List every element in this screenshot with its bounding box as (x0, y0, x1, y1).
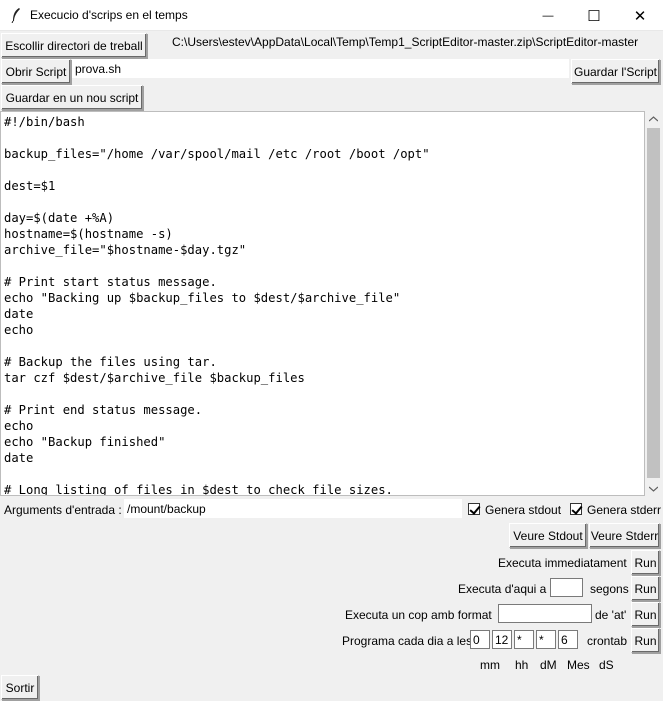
cron-hour-value: 12 (495, 633, 509, 647)
gen-stdout-checkbox[interactable] (468, 503, 480, 515)
view-stderr-button[interactable]: Veure Stderr (589, 523, 660, 548)
crontab-label: crontab (587, 634, 628, 648)
cron-header-day-month: dM (540, 658, 557, 672)
run-immediate-button-label: Run (634, 555, 657, 570)
exit-button[interactable]: Sortir (1, 675, 39, 700)
arguments-value: /mount/backup (127, 502, 206, 516)
close-icon: ✕ (633, 7, 647, 25)
editor-scrollbar[interactable] (645, 111, 662, 496)
run-delay-label: Executa d'aqui a (458, 582, 547, 596)
run-at-button-label: Run (634, 607, 657, 622)
choose-directory-button[interactable]: Escollir directori de treball (1, 33, 147, 58)
script-code: #!/bin/bash backup_files="/home /var/spo… (4, 115, 430, 496)
view-stderr-label: Veure Stderr (590, 528, 659, 543)
run-delay-button[interactable]: Run (631, 576, 660, 601)
open-script-label: Obrir Script (5, 64, 67, 79)
cron-minute-value: 0 (473, 633, 480, 647)
cron-hour-input[interactable]: 12 (492, 630, 512, 649)
cron-header-month: Mes (567, 658, 590, 672)
cron-day-month-input[interactable]: * (514, 630, 534, 649)
window-title: Execucio d'scrips en el temps (30, 8, 188, 22)
at-format-input[interactable] (498, 604, 592, 623)
script-name-value: prova.sh (75, 62, 122, 76)
close-button[interactable]: ✕ (617, 0, 663, 31)
open-script-button[interactable]: Obrir Script (1, 59, 71, 84)
at-suffix-label: de 'at' (595, 608, 627, 622)
cron-minute-input[interactable]: 0 (470, 630, 490, 649)
scroll-down-icon[interactable] (649, 486, 658, 492)
view-stdout-label: Veure Stdout (513, 528, 583, 543)
cron-month-value: * (539, 633, 544, 647)
cron-header-minute: mm (480, 658, 500, 672)
scrollbar-thumb[interactable] (647, 128, 660, 478)
save-script-label: Guardar l'Script (574, 64, 657, 79)
view-stdout-button[interactable]: Veure Stdout (509, 523, 587, 548)
cron-label: Programa cada dia a les (342, 634, 473, 648)
script-name-input[interactable]: prova.sh (72, 59, 569, 78)
gen-stdout-label: Genera stdout (485, 503, 562, 517)
delay-unit-label: segons (590, 582, 629, 596)
delay-seconds-input[interactable] (550, 578, 583, 597)
run-cron-button[interactable]: Run (631, 628, 660, 653)
run-delay-button-label: Run (634, 581, 657, 596)
maximize-icon: ☐ (587, 7, 601, 25)
gen-stderr-label: Genera stderr (587, 503, 662, 517)
cron-day-month-value: * (517, 633, 522, 647)
scroll-up-icon[interactable] (649, 116, 658, 122)
minimize-button[interactable]: — (525, 0, 571, 31)
cron-day-week-input[interactable]: 6 (558, 630, 578, 649)
feather-icon (11, 8, 20, 23)
cron-header-day-week: dS (599, 658, 614, 672)
arguments-label: Arguments d'entrada : (4, 503, 122, 517)
cron-day-week-value: 6 (561, 633, 568, 647)
arguments-input[interactable]: /mount/backup (124, 499, 462, 518)
title-bar: Execucio d'scrips en el temps — ☐ ✕ (0, 0, 663, 31)
run-immediate-button[interactable]: Run (631, 550, 660, 575)
save-new-script-button[interactable]: Guardar en un nou script (1, 85, 143, 110)
gen-stderr-checkbox[interactable] (570, 503, 582, 515)
save-script-button[interactable]: Guardar l'Script (571, 59, 660, 84)
run-at-label: Executa un cop amb format (345, 608, 492, 622)
run-at-button[interactable]: Run (631, 602, 660, 627)
minimize-icon: — (542, 9, 554, 22)
run-immediate-label: Executa immediatament (498, 556, 627, 570)
cron-month-input[interactable]: * (536, 630, 556, 649)
maximize-button[interactable]: ☐ (571, 0, 617, 31)
exit-button-label: Sortir (5, 680, 35, 695)
cron-header-hour: hh (515, 658, 529, 672)
directory-path: C:\Users\estev\AppData\Local\Temp\Temp1_… (172, 35, 639, 49)
run-cron-button-label: Run (634, 633, 657, 648)
save-new-script-label: Guardar en un nou script (5, 90, 139, 105)
choose-directory-label: Escollir directori de treball (5, 38, 143, 53)
script-editor[interactable]: #!/bin/bash backup_files="/home /var/spo… (0, 111, 645, 496)
